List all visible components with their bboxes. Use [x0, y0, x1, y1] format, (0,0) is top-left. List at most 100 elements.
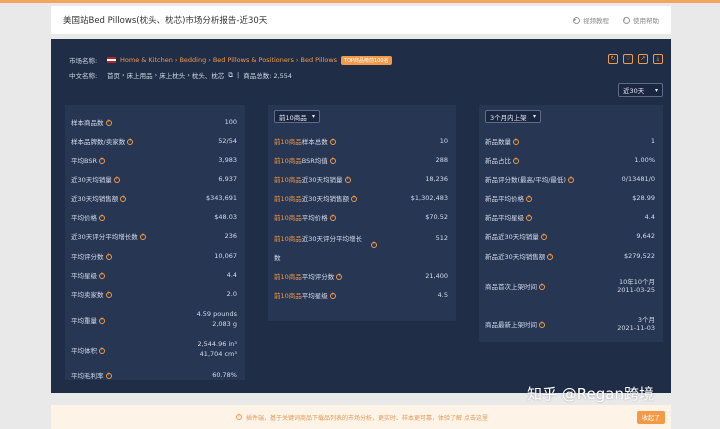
info-icon: i: [236, 414, 243, 420]
cn-breadcrumb-item: 枕头、枕芯: [191, 72, 225, 80]
metric-value: 1.00%: [634, 156, 655, 164]
breadcrumb-item[interactable]: Home & Kitchen: [120, 56, 173, 64]
metric-row: 近30天均销量? 6,937: [65, 174, 245, 184]
watermark: 知乎 @Regan跨境: [527, 385, 654, 403]
metric-value: 9,642: [636, 232, 655, 240]
metric-label: 商品首次上架时间: [485, 283, 537, 291]
help-icon[interactable]: ?: [105, 120, 112, 126]
help-icon[interactable]: ?: [513, 139, 519, 145]
breadcrumb-item[interactable]: Bed Pillows & Positioners: [213, 56, 294, 64]
top10-column: 前10商品 ▾ 前10商品样本总数? 10 前10商品BSR均值? 288 前10商品近3…: [268, 105, 456, 321]
metric-label-wrap: 新品近30天均销量?: [485, 231, 547, 241]
market-analysis-panel: 市场名称: Home & Kitchen › Bedding › Bed Pillo…: [51, 39, 671, 393]
metric-label-wrap: 平均评分数?: [71, 251, 112, 261]
download-icon[interactable]: ⤓: [653, 54, 663, 64]
collapse-button[interactable]: 收起了: [636, 410, 665, 424]
metric-value: $48.03: [214, 213, 237, 221]
breadcrumb-item[interactable]: Bedding: [179, 56, 206, 64]
help-icon[interactable]: ?: [547, 254, 554, 260]
top10-metric-row-cont: 数: [268, 252, 456, 262]
metric-label-wrap: 新品近30天均销售额?: [485, 251, 554, 261]
breadcrumb-item[interactable]: Bed Pillows: [301, 56, 338, 64]
play-icon: ▸: [573, 16, 580, 24]
chinese-name-label: 中文名称:: [69, 72, 98, 80]
metric-label-wrap: 平均体积?: [71, 345, 105, 355]
help-icon[interactable]: ?: [329, 158, 336, 164]
help-link[interactable]: i 使用帮助: [623, 15, 659, 25]
cn-breadcrumb-item: 床上用品: [126, 72, 153, 80]
metric-label: 平均评分数: [301, 273, 335, 281]
report-header: 美国站Bed Pillows(枕头、枕芯)市场分析报告-近30天 ▸ 视频教程 i…: [51, 6, 671, 34]
metric-label-wrap: 近30天均销量?: [71, 174, 120, 184]
help-icon[interactable]: ?: [344, 177, 351, 183]
metric-value: 4.4: [644, 213, 655, 221]
help-icon[interactable]: ?: [99, 348, 105, 354]
help-icon[interactable]: ?: [567, 177, 574, 183]
top10-select[interactable]: 前10商品 ▾: [274, 110, 320, 123]
metric-label-wrap: 近30天均销售额?: [71, 193, 127, 203]
metric-row: 样本商品数? 100: [65, 117, 245, 127]
help-icon[interactable]: ?: [539, 284, 545, 290]
summary-column: 样本商品数? 100 样本品牌数/卖家数? 52/54 平均BSR? 3,983 近30天均…: [65, 105, 245, 380]
metric-label: 样本品牌数/卖家数: [71, 138, 126, 146]
help-icon[interactable]: ?: [120, 196, 127, 202]
metric-value-secondary: 41,704 cm³: [199, 350, 237, 358]
help-icon[interactable]: ?: [351, 196, 358, 202]
help-icon[interactable]: ?: [99, 273, 105, 279]
metric-row: 平均BSR? 3,983: [65, 155, 245, 165]
help-icon[interactable]: ?: [127, 139, 134, 145]
share-icon[interactable]: ↗: [638, 54, 648, 64]
help-icon[interactable]: ?: [329, 293, 336, 299]
help-icon[interactable]: ?: [99, 158, 105, 164]
cn-breadcrumb-item: 首页: [107, 72, 120, 80]
external-link-icon[interactable]: ⧉: [228, 71, 233, 80]
promo-text[interactable]: 插件端，基于关键词商品下载品列表的市场分析，更实时、样本更可靠，体验了解 点击这…: [246, 413, 488, 422]
metric-value: 18,236: [425, 175, 448, 183]
help-icon[interactable]: ?: [540, 234, 547, 240]
top10-prefix: 前10商品: [274, 176, 302, 184]
metric-label-wrap: 前10商品平均星级?: [274, 290, 336, 300]
period-select[interactable]: 近30天 ▾: [618, 83, 663, 97]
help-icon[interactable]: ?: [105, 373, 112, 379]
help-icon[interactable]: ?: [526, 215, 532, 221]
metric-label-wrap: 平均价格?: [71, 212, 105, 222]
help-icon[interactable]: ?: [139, 234, 146, 240]
top10-prefix: 前10商品: [274, 292, 302, 300]
page-title: 美国站Bed Pillows(枕头、枕芯)市场分析报告-近30天: [63, 16, 268, 26]
metric-label: 平均价格: [71, 214, 97, 222]
help-icon[interactable]: ?: [99, 215, 105, 221]
help-icon[interactable]: ?: [526, 196, 532, 202]
metric-label: 平均卖家数: [71, 291, 104, 299]
new-product-metric-row: 新品平均价格? $28.99: [479, 193, 663, 203]
metric-label-wrap: 新品数量?: [485, 136, 519, 146]
metric-value-secondary: 2021-11-03: [617, 324, 655, 332]
metric-value: 100: [224, 118, 237, 126]
help-icon[interactable]: ?: [105, 254, 112, 260]
help-icon[interactable]: ?: [99, 318, 105, 324]
help-icon[interactable]: ?: [329, 139, 336, 145]
metric-label: 近30天评分平均增长: [301, 235, 363, 243]
refresh-icon[interactable]: ↻: [608, 54, 618, 64]
metric-label: 样本商品数: [71, 119, 104, 127]
top10-metric-row: 前10商品近30天均销售额? $1,302,483: [268, 193, 456, 203]
help-icon[interactable]: ?: [105, 292, 112, 298]
metric-label: BSR均值: [301, 157, 328, 165]
top100-badge: TOP商品榜前100名: [341, 55, 392, 65]
favorite-icon[interactable]: ♡: [623, 54, 633, 64]
video-tutorial-link[interactable]: ▸ 视频教程: [573, 15, 609, 25]
metric-label: 新品占比: [485, 157, 511, 165]
info-icon: i: [623, 16, 630, 24]
metric-value: $279,522: [623, 252, 655, 260]
new-product-select[interactable]: 3个月内上架 ▾: [485, 110, 541, 123]
metric-label: 平均星级: [301, 292, 328, 300]
help-icon[interactable]: ?: [539, 322, 545, 328]
metric-label: 平均重量: [71, 317, 97, 325]
metric-value: 3,983: [218, 156, 237, 164]
help-icon[interactable]: ?: [513, 158, 519, 164]
help-icon[interactable]: ?: [371, 242, 377, 248]
help-icon[interactable]: ?: [336, 274, 343, 280]
toolbar: ↻ ♡ ↗ ⤓: [608, 54, 663, 64]
help-icon[interactable]: ?: [329, 215, 336, 221]
metric-value: 52/54: [218, 137, 237, 145]
help-icon[interactable]: ?: [113, 177, 120, 183]
